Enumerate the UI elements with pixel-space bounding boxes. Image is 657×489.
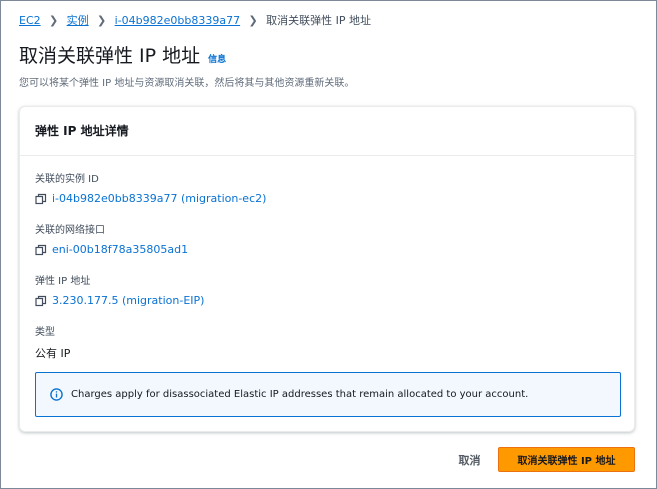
field-value: 3.230.177.5 (migration-EIP): [35, 294, 204, 307]
field-label: 关联的网络接口: [35, 225, 105, 236]
cancel-button[interactable]: 取消: [447, 447, 492, 472]
instance-id-link[interactable]: i-04b982e0bb8339a77 (migration-ec2): [52, 192, 266, 205]
chevron-right-icon: ❯: [97, 13, 107, 27]
field-label: 弹性 IP 地址: [35, 276, 91, 287]
eip-details-panel: 弹性 IP 地址详情 关联的实例 ID i-04b982e0bb8339a77 …: [19, 106, 635, 432]
breadcrumb: EC2 ❯ 实例 ❯ i-04b982e0bb8339a77 ❯ 取消关联弹性 …: [19, 12, 371, 28]
field-elastic-ip: 弹性 IP 地址 3.230.177.5 (migration-EIP): [35, 272, 204, 307]
breadcrumb-instance-id[interactable]: i-04b982e0bb8339a77: [115, 14, 240, 27]
breadcrumb-instances[interactable]: 实例: [67, 12, 89, 28]
field-instance-id: 关联的实例 ID i-04b982e0bb8339a77 (migration-…: [35, 170, 266, 205]
field-network-interface: 关联的网络接口 eni-00b18f78a35805ad1: [35, 221, 188, 256]
field-label: 类型: [35, 327, 55, 338]
page-description: 您可以将某个弹性 IP 地址与资源取消关联，然后将其与其他资源重新关联。: [19, 78, 355, 89]
network-interface-link[interactable]: eni-00b18f78a35805ad1: [52, 243, 188, 256]
info-link[interactable]: 信息: [208, 52, 226, 65]
breadcrumb-current: 取消关联弹性 IP 地址: [266, 14, 371, 27]
breadcrumb-ec2[interactable]: EC2: [19, 14, 41, 27]
info-circle-icon: [50, 388, 63, 401]
page-frame: EC2 ❯ 实例 ❯ i-04b982e0bb8339a77 ❯ 取消关联弹性 …: [0, 0, 657, 489]
page-title: 取消关联弹性 IP 地址: [19, 45, 201, 67]
charges-alert: Charges apply for disassociated Elastic …: [35, 372, 621, 417]
chevron-right-icon: ❯: [248, 13, 258, 27]
title-row: 取消关联弹性 IP 地址 信息: [19, 41, 226, 68]
chevron-right-icon: ❯: [49, 13, 59, 27]
alert-text: Charges apply for disassociated Elastic …: [71, 389, 529, 400]
field-value: i-04b982e0bb8339a77 (migration-ec2): [35, 192, 266, 205]
field-value: 公有 IP: [35, 345, 70, 361]
type-value: 公有 IP: [35, 347, 71, 360]
field-value: eni-00b18f78a35805ad1: [35, 243, 188, 256]
copy-icon[interactable]: [35, 193, 47, 205]
copy-icon[interactable]: [35, 244, 47, 256]
field-type: 类型 公有 IP: [35, 323, 70, 361]
elastic-ip-link[interactable]: 3.230.177.5 (migration-EIP): [52, 294, 204, 307]
panel-header: 弹性 IP 地址详情: [20, 107, 634, 156]
field-label: 关联的实例 ID: [35, 174, 99, 185]
disassociate-button[interactable]: 取消关联弹性 IP 地址: [498, 447, 635, 472]
panel-title: 弹性 IP 地址详情: [35, 124, 129, 138]
copy-icon[interactable]: [35, 295, 47, 307]
